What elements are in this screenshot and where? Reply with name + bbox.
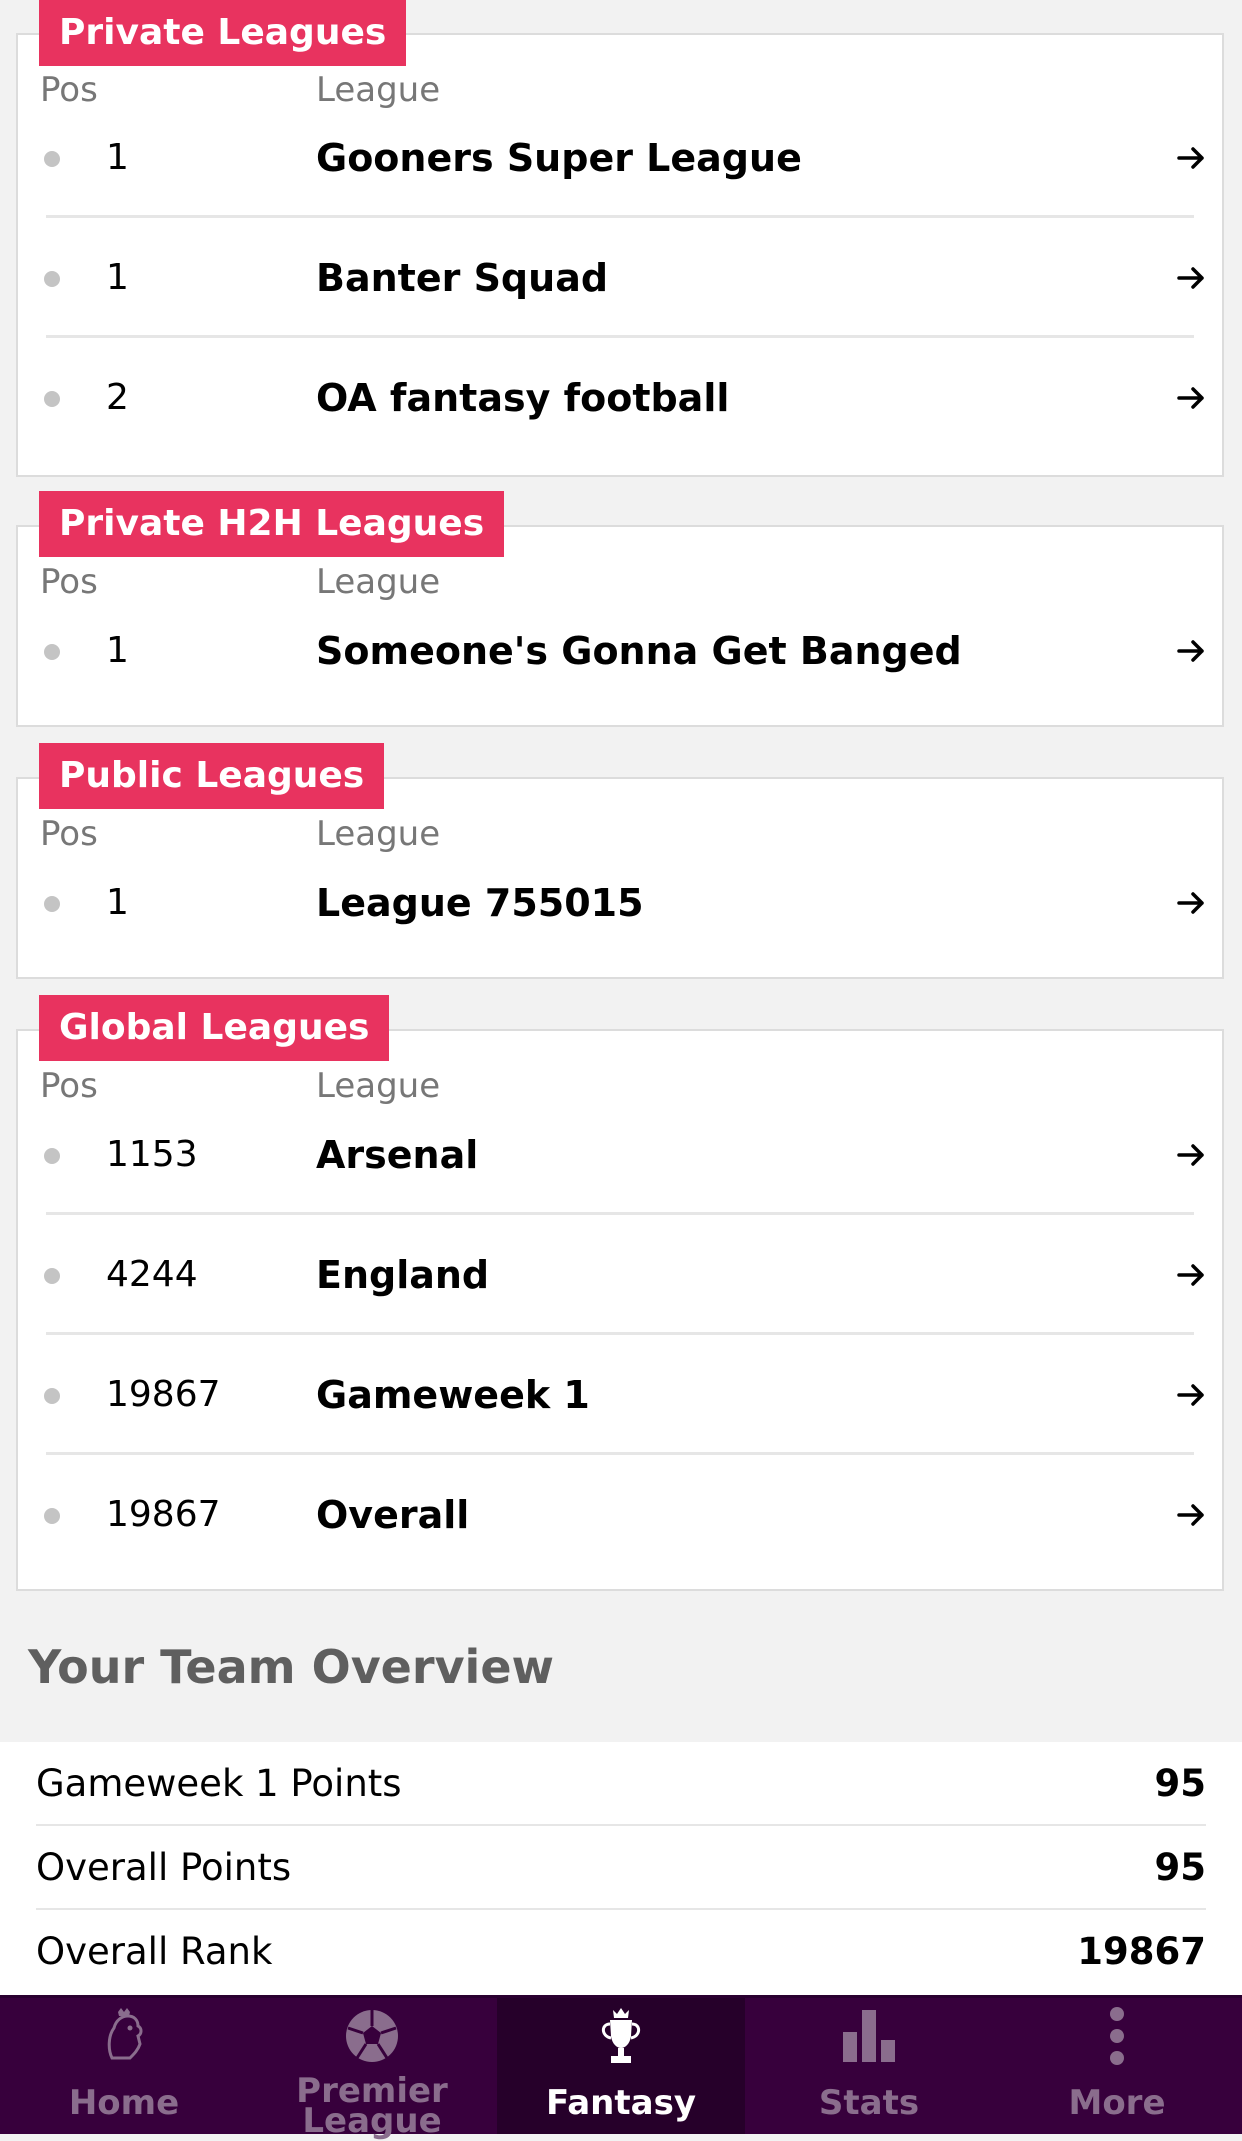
league-position: 1153 xyxy=(106,1134,198,1175)
movement-dot-icon xyxy=(44,644,60,660)
arrow-right-icon xyxy=(1177,1264,1204,1286)
team-overview-card: Gameweek 1 Points 95 Overall Points 95 O… xyxy=(0,1742,1242,1995)
arrow-right-icon xyxy=(1177,267,1204,289)
league-row[interactable]: 1 Gooners Super League xyxy=(18,98,1222,218)
tab-more[interactable]: More xyxy=(993,1998,1241,2134)
overview-label: Overall Points xyxy=(36,1846,292,1889)
movement-dot-icon xyxy=(44,896,60,912)
lion-crest-icon xyxy=(107,2008,143,2060)
league-row[interactable]: 4244 England xyxy=(18,1215,1222,1335)
football-icon xyxy=(346,2010,398,2062)
bar-chart-icon xyxy=(843,2010,895,2062)
league-row[interactable]: 1 League 755015 xyxy=(18,843,1222,963)
tab-fantasy[interactable]: Fantasy xyxy=(497,1998,745,2134)
league-position: 1 xyxy=(106,257,129,298)
movement-dot-icon xyxy=(44,1388,60,1404)
arrow-right-icon xyxy=(1177,892,1204,914)
league-row[interactable]: 1 Banter Squad xyxy=(18,218,1222,338)
arrow-right-icon xyxy=(1177,147,1204,169)
tab-label: Fantasy xyxy=(546,2083,696,2123)
arrow-right-icon xyxy=(1177,387,1204,409)
section-title-badge: Global Leagues xyxy=(39,995,390,1061)
league-position: 19867 xyxy=(106,1494,221,1535)
movement-dot-icon xyxy=(44,151,60,167)
league-name: Someone's Gonna Get Banged xyxy=(316,629,962,673)
arrow-right-icon xyxy=(1177,1144,1204,1166)
league-row[interactable]: 19867 Gameweek 1 xyxy=(18,1335,1222,1455)
bottom-nav-bar: Home Premier League Fantasy Stats More xyxy=(0,1995,1242,2138)
league-position: 19867 xyxy=(106,1374,221,1415)
league-row[interactable]: 1 Someone's Gonna Get Banged xyxy=(18,591,1222,711)
league-name: Banter Squad xyxy=(316,256,609,300)
league-row[interactable]: 1153 Arsenal xyxy=(18,1095,1222,1215)
league-row[interactable]: 19867 Overall xyxy=(18,1455,1222,1575)
arrow-right-icon xyxy=(1177,640,1204,662)
league-position: 1 xyxy=(106,630,129,671)
overview-row: Overall Points 95 xyxy=(36,1826,1206,1910)
section-title-badge: Public Leagues xyxy=(39,743,385,809)
movement-dot-icon xyxy=(44,1148,60,1164)
league-position: 4244 xyxy=(106,1254,198,1295)
overview-row: Overall Rank 19867 xyxy=(36,1910,1206,1994)
league-name: England xyxy=(316,1253,490,1297)
tab-label: Stats xyxy=(818,2083,920,2123)
overview-label: Overall Rank xyxy=(36,1930,273,1973)
league-name: Gooners Super League xyxy=(316,136,802,180)
league-position: 1 xyxy=(106,882,129,923)
movement-dot-icon xyxy=(44,1268,60,1284)
league-name: Arsenal xyxy=(316,1133,479,1177)
private-leagues-card: Pos League 1 Gooners Super League 1 Bant… xyxy=(16,33,1224,477)
arrow-right-icon xyxy=(1177,1384,1204,1406)
league-name: OA fantasy football xyxy=(316,376,730,420)
league-name: Overall xyxy=(316,1493,470,1537)
more-vertical-icon xyxy=(1110,2007,1124,2065)
trophy-icon xyxy=(601,2008,641,2063)
tab-label-line2: League xyxy=(302,2101,442,2141)
league-position: 2 xyxy=(106,377,129,418)
tab-stats[interactable]: Stats xyxy=(745,1998,993,2134)
movement-dot-icon xyxy=(44,391,60,407)
movement-dot-icon xyxy=(44,1508,60,1524)
tab-label: More xyxy=(1068,2083,1166,2123)
league-name: League 755015 xyxy=(316,881,644,925)
section-title-badge: Private H2H Leagues xyxy=(39,491,505,557)
league-position: 1 xyxy=(106,137,129,178)
tab-label: Home xyxy=(68,2083,180,2123)
overview-row: Gameweek 1 Points 95 xyxy=(36,1742,1206,1826)
movement-dot-icon xyxy=(44,271,60,287)
league-name: Gameweek 1 xyxy=(316,1373,590,1417)
overview-label: Gameweek 1 Points xyxy=(36,1762,402,1805)
section-title-badge: Private Leagues xyxy=(39,0,407,66)
overview-value: 95 xyxy=(1154,1846,1207,1889)
league-row[interactable]: 2 OA fantasy football xyxy=(18,338,1222,458)
global-leagues-card: Pos League 1153 Arsenal 4244 England 198… xyxy=(16,1029,1224,1591)
arrow-right-icon xyxy=(1177,1504,1204,1526)
tab-home[interactable]: Home xyxy=(0,1998,248,2134)
overview-value: 19867 xyxy=(1077,1930,1206,1973)
tab-premier-league[interactable]: Premier League xyxy=(248,1998,496,2138)
team-overview-title: Your Team Overview xyxy=(28,1640,555,1694)
overview-value: 95 xyxy=(1154,1762,1207,1805)
